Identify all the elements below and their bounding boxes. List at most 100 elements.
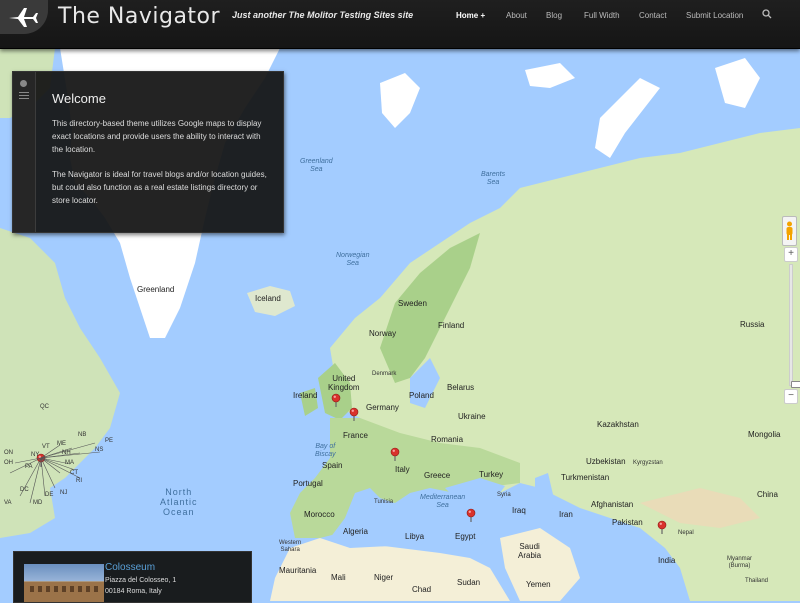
country-label-myanmar: Myanmar (Burma)	[727, 556, 753, 569]
country-label-norway: Norway	[369, 329, 397, 338]
country-label-sudan: Sudan	[457, 578, 481, 587]
state-label-qc: QC	[40, 404, 49, 410]
country-label-kyrgyzstan: Kyrgyzstan	[633, 460, 663, 466]
country-label-greenland: Greenland	[137, 285, 175, 294]
country-label-denmark: Denmark	[372, 371, 397, 377]
site-header: The Navigator Just another The Molitor T…	[0, 0, 800, 49]
country-label-turkmenistan: Turkmenistan	[561, 473, 610, 482]
state-label-on: ON	[4, 450, 13, 456]
zoom-slider-track[interactable]	[789, 264, 800, 388]
country-label-tunisia: Tunisia	[374, 499, 394, 505]
sea-label-barents: Barents Sea	[481, 171, 506, 186]
state-label-nh: NH	[62, 450, 71, 456]
country-label-romania: Romania	[431, 435, 464, 444]
search-icon[interactable]	[762, 9, 772, 19]
country-label-niger: Niger	[374, 573, 394, 582]
state-label-dc: DC	[20, 487, 29, 493]
country-label-thailand: Thailand	[745, 578, 769, 584]
state-label-ma: MA	[65, 460, 74, 466]
country-label-mauritania: Mauritania	[279, 566, 317, 575]
state-label-md: MD	[33, 500, 43, 506]
country-label-china: China	[757, 490, 778, 499]
main-nav: Home + About Blog Full Width Contact Sub…	[0, 11, 800, 25]
state-label-oh: OH	[4, 460, 13, 466]
country-label-mali: Mali	[331, 573, 346, 582]
country-label-ireland: Ireland	[293, 391, 318, 400]
country-label-afghanistan: Afghanistan	[591, 500, 634, 509]
location-card[interactable]: Colosseum Piazza del Colosseo, 1 00184 R…	[13, 551, 252, 603]
location-address-line-1: Piazza del Colosseo, 1	[105, 577, 177, 584]
state-label-nj: NJ	[60, 490, 68, 496]
zoom-in-button[interactable]: +	[784, 247, 798, 262]
country-label-italy: Italy	[395, 465, 410, 474]
location-title[interactable]: Colosseum	[105, 562, 155, 573]
country-label-portugal: Portugal	[293, 479, 323, 488]
country-label-mongolia: Mongolia	[748, 430, 781, 439]
state-label-va: VA	[4, 500, 12, 506]
country-label-france: France	[343, 431, 368, 440]
welcome-paragraph-2: The Navigator is ideal for travel blogs …	[52, 170, 267, 205]
country-label-india: India	[658, 556, 676, 565]
state-label-pe: PE	[105, 438, 114, 444]
country-label-ukraine: Ukraine	[458, 412, 486, 421]
state-label-ri: RI	[76, 478, 82, 484]
country-label-yemen: Yemen	[526, 580, 551, 589]
country-label-morocco: Morocco	[304, 510, 335, 519]
country-label-uk: United Kingdom	[328, 374, 360, 392]
country-label-egypt: Egypt	[455, 532, 476, 541]
country-label-western-sahara: Western Sahara	[279, 540, 302, 553]
state-label-pa: PA	[25, 464, 33, 470]
nav-blog[interactable]: Blog	[546, 11, 562, 20]
country-label-turkey: Turkey	[479, 470, 504, 479]
zoom-control: + −	[784, 247, 800, 404]
country-label-nepal: Nepal	[678, 530, 694, 536]
location-address-line-2: 00184 Roma, Italy	[105, 588, 162, 595]
country-label-belarus: Belarus	[447, 383, 475, 392]
pegman-icon[interactable]	[782, 216, 797, 246]
sea-label-mediterranean: Mediterranean Sea	[420, 494, 466, 509]
country-label-libya: Libya	[405, 532, 425, 541]
country-label-poland: Poland	[409, 391, 434, 400]
state-label-me: ME	[57, 441, 66, 447]
country-label-spain: Spain	[322, 461, 343, 470]
country-label-chad: Chad	[412, 585, 432, 594]
menu-lines-icon	[19, 92, 29, 101]
nav-home[interactable]: Home +	[456, 11, 485, 20]
state-label-nb: NB	[78, 432, 87, 438]
welcome-paragraph-1: This directory-based theme utilizes Goog…	[52, 119, 262, 154]
sea-label-biscay: Bay of Biscay	[315, 443, 336, 458]
country-label-germany: Germany	[366, 403, 399, 412]
panel-toggle-handle[interactable]	[13, 72, 36, 232]
welcome-title: Welcome	[52, 91, 106, 106]
country-label-russia: Russia	[740, 320, 765, 329]
country-label-iceland: Iceland	[255, 294, 281, 303]
nav-about[interactable]: About	[506, 11, 527, 20]
country-label-greece: Greece	[424, 471, 451, 480]
country-label-finland: Finland	[438, 321, 465, 330]
country-label-pakistan: Pakistan	[612, 518, 643, 527]
nav-contact[interactable]: Contact	[639, 11, 667, 20]
welcome-panel: Welcome This directory-based theme utili…	[12, 71, 284, 233]
nav-submit-location[interactable]: Submit Location	[686, 11, 743, 20]
handle-dot-icon	[20, 80, 27, 87]
country-label-syria: Syria	[497, 492, 511, 498]
state-label-ct: CT	[70, 470, 78, 476]
country-label-uzbekistan: Uzbekistan	[586, 457, 626, 466]
location-thumbnail[interactable]	[24, 564, 104, 602]
country-label-iraq: Iraq	[512, 506, 526, 515]
ocean-label-north-atlantic: North Atlantic Ocean	[160, 487, 198, 517]
zoom-slider-thumb[interactable]	[791, 381, 800, 388]
sea-label-norwegian: Norwegian Sea	[336, 252, 370, 267]
country-label-kazakhstan: Kazakhstan	[597, 420, 639, 429]
state-label-de: DE	[45, 492, 54, 498]
country-label-sweden: Sweden	[398, 299, 427, 308]
state-label-ny: NY	[31, 452, 40, 458]
zoom-out-button[interactable]: −	[784, 389, 798, 404]
state-label-ns: NS	[95, 447, 104, 453]
country-label-iran: Iran	[559, 510, 573, 519]
sea-label-greenland: Greenland Sea	[300, 158, 333, 173]
country-label-algeria: Algeria	[343, 527, 368, 536]
nav-full-width[interactable]: Full Width	[584, 11, 620, 20]
state-label-vt: VT	[42, 444, 50, 450]
country-label-saudi: Saudi Arabia	[518, 542, 542, 560]
